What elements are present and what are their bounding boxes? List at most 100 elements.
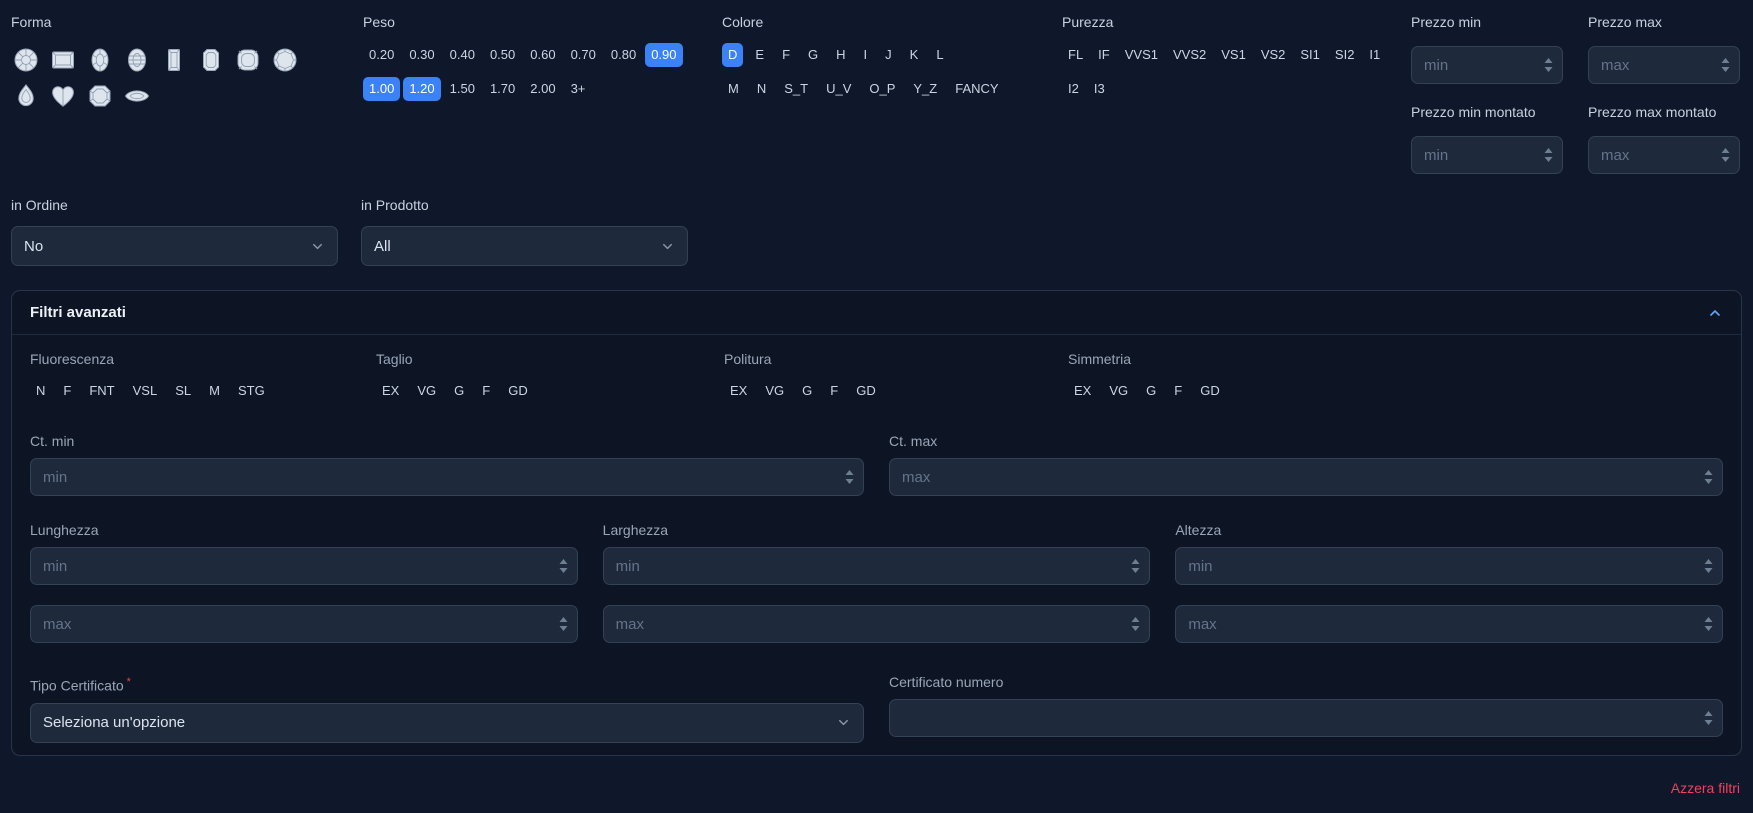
purezza-chip[interactable]: VS1	[1215, 43, 1252, 67]
number-stepper-icon[interactable]	[1543, 56, 1554, 74]
fluorescenza-chip[interactable]: M	[203, 379, 226, 403]
purezza-chip[interactable]: VVS1	[1119, 43, 1164, 67]
taglio-chip[interactable]: VG	[411, 379, 442, 403]
chevron-up-icon[interactable]	[1707, 305, 1723, 321]
purezza-chip[interactable]: IF	[1092, 43, 1116, 67]
number-stepper-icon[interactable]	[1130, 557, 1141, 575]
purezza-chip[interactable]: SI2	[1329, 43, 1361, 67]
taglio-chip[interactable]: G	[448, 379, 470, 403]
colore-chip[interactable]: J	[879, 43, 898, 67]
simmetria-chip[interactable]: VG	[1103, 379, 1134, 403]
peso-chip-selected[interactable]: 0.90	[645, 43, 683, 67]
peso-chip[interactable]: 0.20	[363, 43, 400, 67]
peso-chip[interactable]: 1.70	[484, 77, 521, 101]
purezza-chip[interactable]: I3	[1088, 77, 1111, 101]
shape-round-icon[interactable]	[11, 45, 41, 75]
peso-chip-selected[interactable]: 1.20	[403, 77, 441, 101]
fluorescenza-chip[interactable]: N	[30, 379, 51, 403]
simmetria-chip[interactable]: EX	[1068, 379, 1097, 403]
shape-cushion-icon[interactable]	[233, 45, 263, 75]
fluorescenza-chip[interactable]: FNT	[83, 379, 120, 403]
number-stepper-icon[interactable]	[1720, 56, 1731, 74]
colore-chip[interactable]: Y_Z	[907, 77, 943, 101]
in-ordine-select[interactable]: No	[11, 226, 338, 266]
colore-chip[interactable]: F	[776, 43, 796, 67]
shape-princess-icon[interactable]	[48, 45, 78, 75]
peso-chip[interactable]: 0.60	[524, 43, 561, 67]
altezza-min-input[interactable]	[1175, 547, 1724, 585]
colore-chip[interactable]: L	[930, 43, 949, 67]
colore-chip[interactable]: M	[722, 77, 745, 101]
colore-chip[interactable]: E	[749, 43, 770, 67]
shape-oval-2-icon[interactable]	[122, 45, 152, 75]
number-stepper-icon[interactable]	[1703, 468, 1714, 486]
fluorescenza-chip[interactable]: STG	[232, 379, 271, 403]
colore-chip[interactable]: FANCY	[949, 77, 1004, 101]
simmetria-chip[interactable]: GD	[1194, 379, 1226, 403]
number-stepper-icon[interactable]	[1130, 615, 1141, 633]
colore-chip[interactable]: H	[830, 43, 851, 67]
peso-chip[interactable]: 0.30	[403, 43, 440, 67]
taglio-chip[interactable]: F	[476, 379, 496, 403]
purezza-chip[interactable]: VVS2	[1167, 43, 1212, 67]
tipo-certificato-select[interactable]: Seleziona un'opzione	[30, 702, 864, 743]
number-stepper-icon[interactable]	[844, 468, 855, 486]
purezza-chip[interactable]: I2	[1062, 77, 1085, 101]
peso-chip[interactable]: 1.50	[444, 77, 481, 101]
colore-chip[interactable]: I	[858, 43, 874, 67]
lunghezza-max-input[interactable]	[30, 605, 578, 643]
simmetria-chip[interactable]: G	[1140, 379, 1162, 403]
prezzo-min-montato-input[interactable]	[1411, 136, 1563, 174]
peso-chip[interactable]: 0.40	[444, 43, 481, 67]
lunghezza-min-input[interactable]	[30, 547, 578, 585]
in-prodotto-select[interactable]: All	[361, 226, 688, 266]
number-stepper-icon[interactable]	[1703, 615, 1714, 633]
colore-chip[interactable]: U_V	[820, 77, 857, 101]
fluorescenza-chip[interactable]: F	[57, 379, 77, 403]
colore-chip[interactable]: G	[802, 43, 824, 67]
shape-emerald-icon[interactable]	[196, 45, 226, 75]
certificato-numero-input[interactable]	[889, 699, 1723, 737]
shape-heart-icon[interactable]	[48, 81, 78, 111]
number-stepper-icon[interactable]	[558, 615, 569, 633]
reset-filters-link[interactable]: Azzera filtri	[1671, 780, 1740, 796]
altezza-max-input[interactable]	[1175, 605, 1724, 643]
taglio-chip[interactable]: EX	[376, 379, 405, 403]
shape-round-brilliant-icon[interactable]	[270, 45, 300, 75]
peso-chip[interactable]: 0.50	[484, 43, 521, 67]
peso-chip[interactable]: 0.70	[565, 43, 602, 67]
shape-pear-icon[interactable]	[11, 81, 41, 111]
shape-oval-icon[interactable]	[85, 45, 115, 75]
colore-chip[interactable]: O_P	[863, 77, 901, 101]
larghezza-min-input[interactable]	[602, 547, 1151, 585]
colore-chip-selected[interactable]: D	[722, 43, 744, 67]
peso-chip[interactable]: 3+	[565, 77, 592, 101]
prezzo-max-montato-input[interactable]	[1588, 136, 1740, 174]
purezza-chip[interactable]: VS2	[1255, 43, 1292, 67]
colore-chip[interactable]: N	[751, 77, 772, 101]
ct-max-input[interactable]	[889, 458, 1723, 496]
politura-chip[interactable]: VG	[759, 379, 790, 403]
prezzo-min-input[interactable]	[1411, 46, 1563, 84]
number-stepper-icon[interactable]	[1703, 557, 1714, 575]
fluorescenza-chip[interactable]: SL	[169, 379, 197, 403]
peso-chip[interactable]: 0.80	[605, 43, 642, 67]
colore-chip[interactable]: S_T	[778, 77, 814, 101]
prezzo-max-input[interactable]	[1588, 46, 1740, 84]
fluorescenza-chip[interactable]: VSL	[127, 379, 164, 403]
number-stepper-icon[interactable]	[1720, 146, 1731, 164]
shape-asscher-icon[interactable]	[85, 81, 115, 111]
taglio-chip[interactable]: GD	[502, 379, 534, 403]
colore-chip[interactable]: K	[904, 43, 925, 67]
number-stepper-icon[interactable]	[1543, 146, 1554, 164]
simmetria-chip[interactable]: F	[1168, 379, 1188, 403]
shape-marquise-icon[interactable]	[122, 81, 152, 111]
politura-chip[interactable]: GD	[850, 379, 882, 403]
ct-min-input[interactable]	[30, 458, 864, 496]
number-stepper-icon[interactable]	[558, 557, 569, 575]
purezza-chip[interactable]: FL	[1062, 43, 1089, 67]
shape-baguette-icon[interactable]	[159, 45, 189, 75]
politura-chip[interactable]: G	[796, 379, 818, 403]
number-stepper-icon[interactable]	[1703, 709, 1714, 727]
purezza-chip[interactable]: I1	[1363, 43, 1386, 67]
